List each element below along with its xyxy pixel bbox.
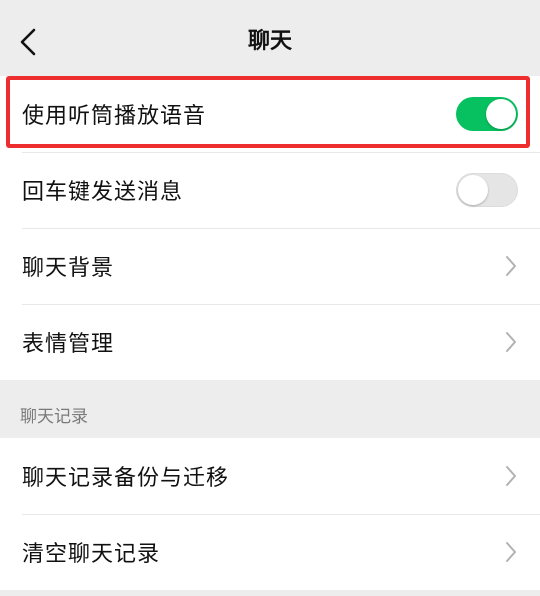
chevron-right-icon xyxy=(506,332,516,352)
setting-label: 回车键发送消息 xyxy=(22,180,184,205)
setting-row-sticker-management[interactable]: 表情管理 xyxy=(0,304,540,380)
section-header-chat-history: 聊天记录 xyxy=(20,407,88,427)
navigation-bar: 聊天 xyxy=(0,0,540,80)
setting-label: 清空聊天记录 xyxy=(22,542,161,567)
enter-to-send-toggle[interactable] xyxy=(456,173,518,207)
setting-row-backup-migrate[interactable]: 聊天记录备份与迁移 xyxy=(0,438,540,514)
chevron-right-icon xyxy=(506,466,516,486)
setting-label: 聊天记录备份与迁移 xyxy=(22,466,230,491)
setting-label: 使用听筒播放语音 xyxy=(22,104,207,129)
chevron-right-icon xyxy=(506,542,516,562)
setting-label: 聊天背景 xyxy=(22,256,115,281)
setting-row-chat-background[interactable]: 聊天背景 xyxy=(0,228,540,304)
chat-settings-page: 聊天 使用听筒播放语音 回车键发送消息 聊天背景 表情管理 聊天记录 聊天记录备… xyxy=(0,0,540,596)
settings-group-chat-history: 聊天记录备份与迁移 清空聊天记录 xyxy=(0,438,540,590)
setting-row-clear-history[interactable]: 清空聊天记录 xyxy=(0,514,540,590)
toggle-knob xyxy=(486,99,516,129)
earpiece-playback-toggle[interactable] xyxy=(456,97,518,131)
setting-row-enter-to-send[interactable]: 回车键发送消息 xyxy=(0,152,540,228)
toggle-knob xyxy=(458,175,488,205)
setting-row-earpiece-playback[interactable]: 使用听筒播放语音 xyxy=(0,76,540,152)
chevron-right-icon xyxy=(506,256,516,276)
settings-group-general: 使用听筒播放语音 回车键发送消息 聊天背景 表情管理 xyxy=(0,76,540,380)
setting-label: 表情管理 xyxy=(22,332,115,357)
page-title: 聊天 xyxy=(247,29,292,54)
